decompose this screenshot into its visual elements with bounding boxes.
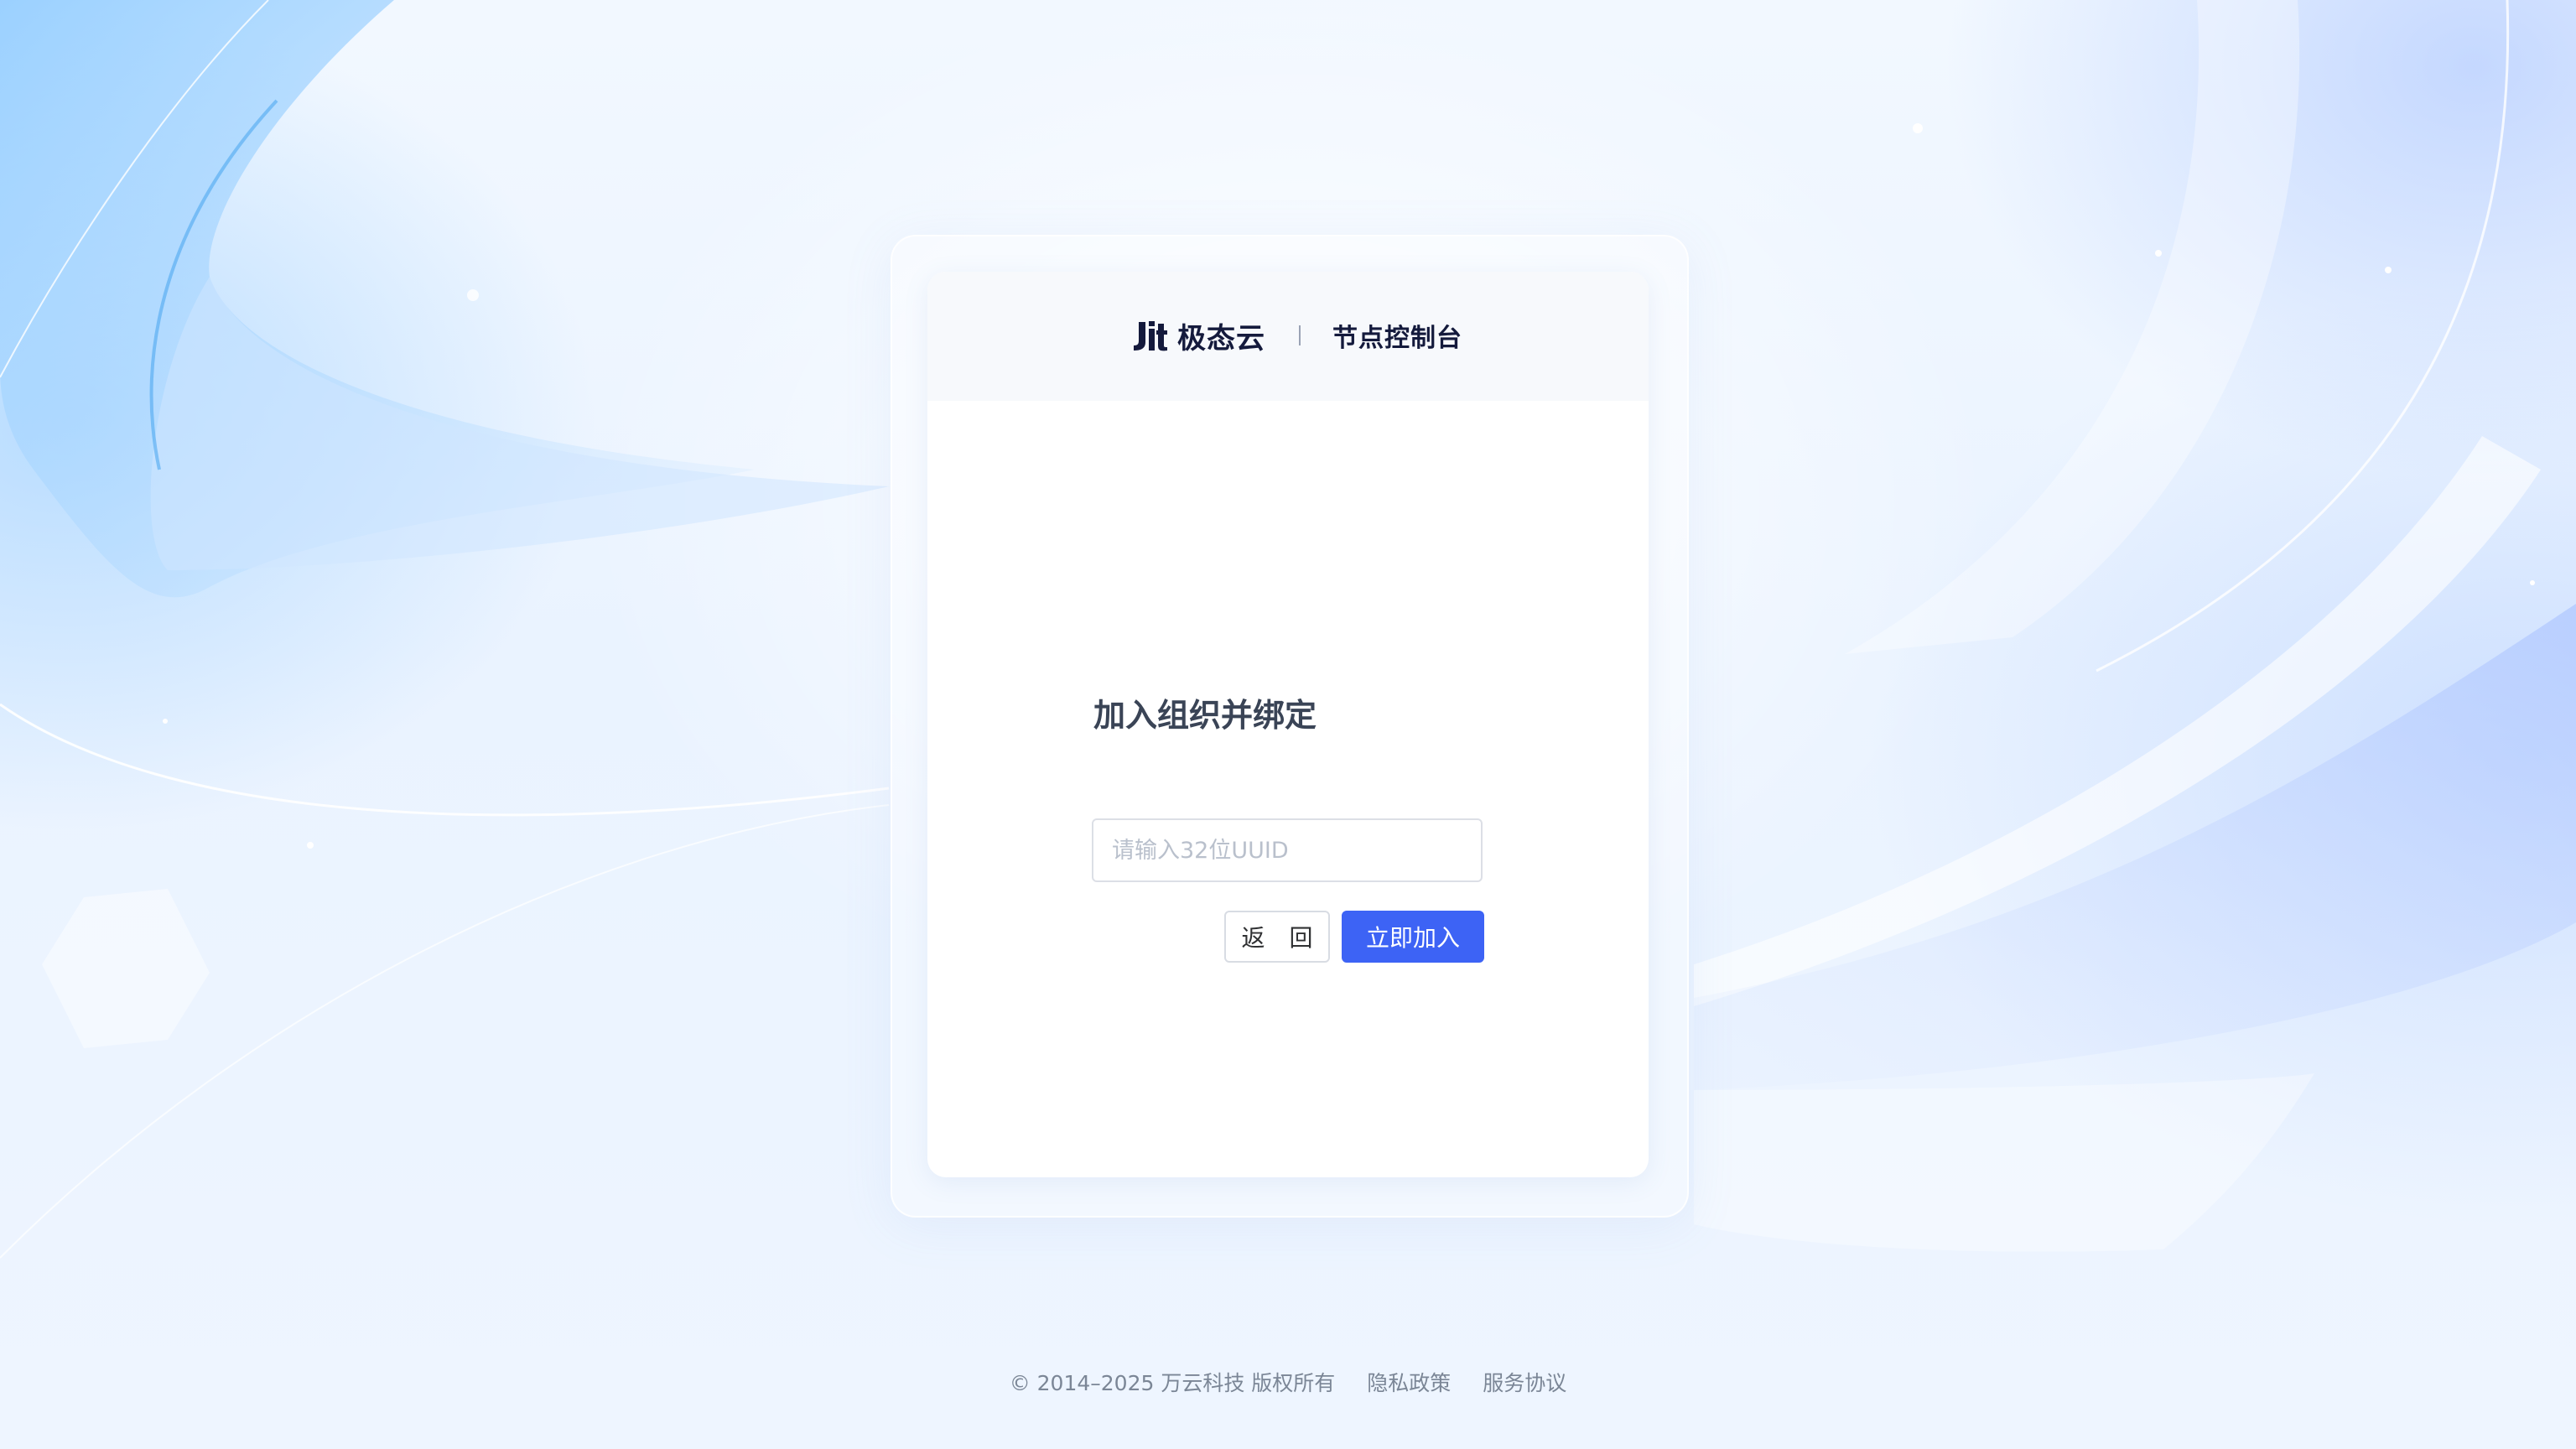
- form-title: 加入组织并绑定: [1093, 697, 1317, 734]
- copyright-text: © 2014–2025 万云科技 版权所有: [1009, 1371, 1336, 1395]
- console-title: 节点控制台: [1332, 324, 1462, 353]
- back-button[interactable]: 返 回: [1224, 911, 1330, 963]
- brand-logo-text: 极态云: [1177, 321, 1265, 356]
- join-now-button[interactable]: 立即加入: [1342, 911, 1484, 963]
- privacy-policy-link[interactable]: 隐私政策: [1367, 1367, 1451, 1397]
- card-header: 极态云 节点控制台: [927, 272, 1649, 401]
- terms-of-service-link[interactable]: 服务协议: [1483, 1367, 1566, 1397]
- jit-logo-icon: [1134, 321, 1167, 351]
- brand-divider: [1299, 325, 1301, 345]
- footer: © 2014–2025 万云科技 版权所有 隐私政策 服务协议: [0, 1365, 2576, 1399]
- login-card: 极态云 节点控制台 加入组织并绑定 返 回 立即加入: [927, 272, 1649, 1177]
- uuid-input[interactable]: [1092, 818, 1483, 882]
- brand: 极态云 节点控制台: [1130, 312, 1462, 359]
